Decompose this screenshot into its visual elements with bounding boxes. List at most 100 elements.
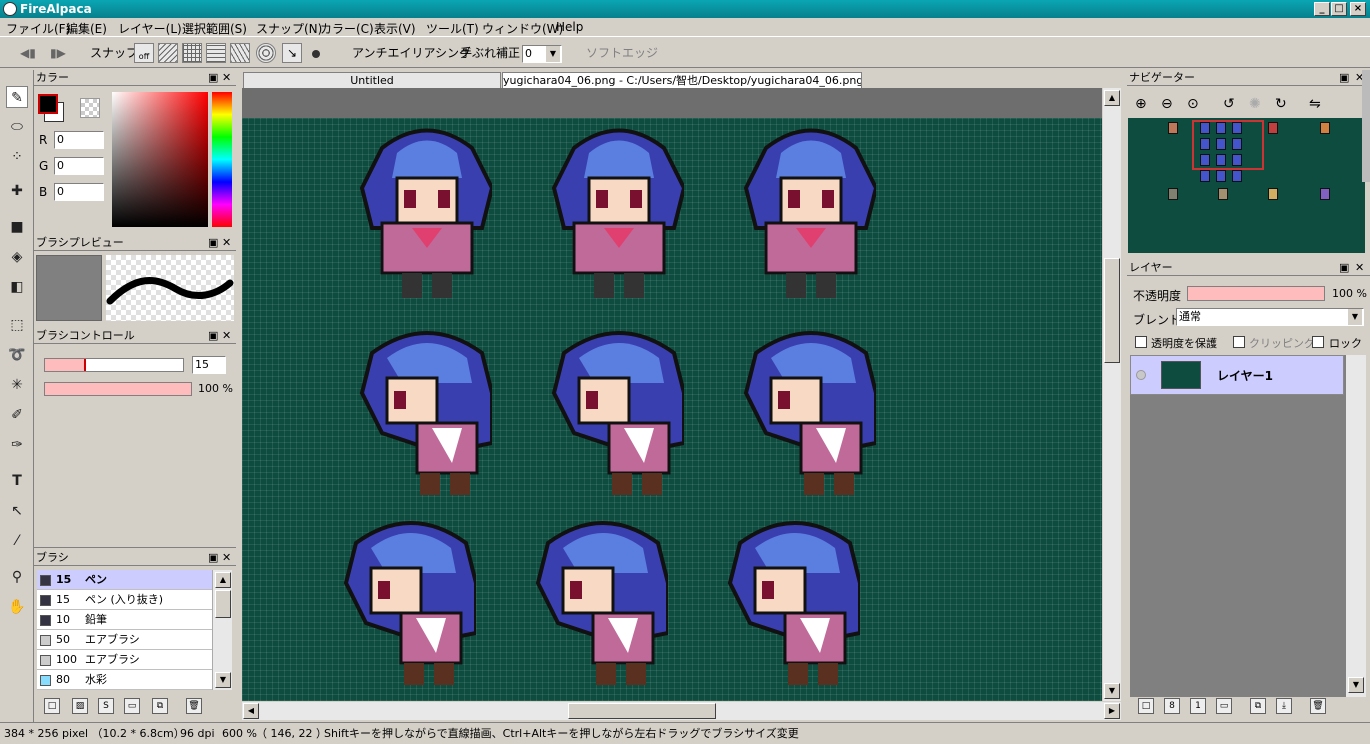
brush-item[interactable]: 10 鉛筆 <box>37 610 212 630</box>
pen-tool-icon[interactable]: ✎ <box>6 86 28 108</box>
tab-untitled[interactable]: Untitled <box>243 72 501 88</box>
new-brush-ink-icon[interactable]: ▨ <box>72 698 88 714</box>
canvas-viewport[interactable] <box>242 88 1102 701</box>
undock-icon[interactable]: ▣ <box>208 550 218 566</box>
visibility-icon[interactable] <box>1136 370 1146 380</box>
zoom-fit-icon[interactable]: ⊙ <box>1187 96 1199 112</box>
zoom-out-icon[interactable]: ⊖ <box>1161 96 1173 112</box>
undock-icon[interactable]: ▣ <box>208 70 218 86</box>
lock-checkbox[interactable] <box>1312 336 1324 348</box>
new-layer-icon[interactable]: □ <box>1138 698 1154 714</box>
undock-icon[interactable]: ▣ <box>208 235 218 251</box>
r-input[interactable]: 0 <box>54 131 104 149</box>
select-eraser-tool-icon[interactable]: ✑ <box>6 434 28 456</box>
menu-color[interactable]: カラー(C) <box>320 20 374 37</box>
dot-tool-icon[interactable]: ⁘ <box>6 146 28 168</box>
close-icon[interactable]: ✕ <box>222 235 231 251</box>
scroll-up-icon[interactable]: ▲ <box>1104 90 1120 106</box>
snap-grid-icon[interactable] <box>182 43 202 63</box>
new-1bit-layer-icon[interactable]: 1 <box>1190 698 1206 714</box>
close-icon[interactable]: ✕ <box>222 328 231 344</box>
canvas-horizontal-scrollbar[interactable]: ◀ ▶ <box>242 702 1121 720</box>
menu-help[interactable]: Help <box>556 20 583 34</box>
close-icon[interactable]: ✕ <box>1355 260 1364 276</box>
close-icon[interactable]: ✕ <box>222 70 231 86</box>
navigator-view-rect[interactable] <box>1192 120 1264 170</box>
flip-horizontal-icon[interactable]: ⇋ <box>1309 96 1321 112</box>
brush-folder-icon[interactable]: ▭ <box>124 698 140 714</box>
scroll-down-icon[interactable]: ▼ <box>1348 677 1364 693</box>
menu-selection[interactable]: 選択範囲(S) <box>182 20 247 37</box>
chevron-down-icon[interactable]: ▼ <box>1348 309 1362 325</box>
foreground-color-swatch[interactable] <box>38 94 58 114</box>
brush-item[interactable]: 15 ペン (入り抜き) <box>37 590 212 610</box>
snap-parallel-icon[interactable] <box>158 43 178 63</box>
layer-folder-icon[interactable]: ▭ <box>1216 698 1232 714</box>
duplicate-layer-icon[interactable]: ⧉ <box>1250 698 1266 714</box>
bucket-tool-icon[interactable]: ◈ <box>6 246 28 268</box>
brush-item[interactable]: 100 エアブラシ <box>37 650 212 670</box>
brush-item[interactable]: 80 水彩 <box>37 670 212 690</box>
rotate-reset-icon[interactable]: ✺ <box>1249 96 1261 112</box>
menu-edit[interactable]: 編集(E) <box>66 20 107 37</box>
divide-tool-icon[interactable]: ⁄ <box>6 530 28 552</box>
rotate-right-icon[interactable]: ↻ <box>1275 96 1287 112</box>
canvas-vertical-scrollbar[interactable]: ▲ ▼ <box>1103 88 1121 701</box>
undock-icon[interactable]: ▣ <box>1339 260 1349 276</box>
b-input[interactable]: 0 <box>54 183 104 201</box>
stabilizer-select[interactable]: 0 ▼ <box>522 45 562 63</box>
scroll-right-icon[interactable]: ▶ <box>1104 703 1120 719</box>
menu-tool[interactable]: ツール(T) <box>426 20 479 37</box>
next-icon[interactable]: ▮▶ <box>50 43 66 63</box>
layer-row[interactable]: レイヤー1 <box>1130 355 1344 395</box>
brush-size-input[interactable]: 15 <box>192 356 226 374</box>
brush-opacity-slider[interactable] <box>44 382 192 396</box>
trash-icon[interactable]: 🗑 <box>1310 698 1326 714</box>
eraser-tool-icon[interactable]: ⬭ <box>6 116 28 138</box>
maximize-button[interactable]: □ <box>1331 2 1347 16</box>
select-tool-icon[interactable]: ⬚ <box>6 314 28 336</box>
layer-opacity-slider[interactable] <box>1187 286 1325 301</box>
scroll-thumb[interactable] <box>215 590 231 618</box>
rect-fill-tool-icon[interactable]: ■ <box>6 216 28 238</box>
saturation-value-picker[interactable] <box>112 92 208 227</box>
scroll-left-icon[interactable]: ◀ <box>243 703 259 719</box>
snap-curve-icon[interactable]: ↘ <box>282 43 302 63</box>
undock-icon[interactable]: ▣ <box>1339 70 1349 86</box>
brush-item[interactable]: 50 エアブラシ <box>37 630 212 650</box>
scroll-thumb[interactable] <box>1104 258 1120 363</box>
scroll-down-icon[interactable]: ▼ <box>215 672 231 688</box>
trash-icon[interactable]: 🗑 <box>186 698 202 714</box>
new-brush-icon[interactable]: □ <box>44 698 60 714</box>
canvas[interactable] <box>242 118 1102 701</box>
clipping-checkbox[interactable] <box>1233 336 1245 348</box>
chevron-down-icon[interactable]: ▼ <box>546 46 560 62</box>
scroll-thumb[interactable] <box>568 703 716 719</box>
hand-tool-icon[interactable]: ✋ <box>6 596 28 618</box>
scroll-down-icon[interactable]: ▼ <box>1104 683 1120 699</box>
menu-layer[interactable]: レイヤー(L) <box>118 20 182 37</box>
close-button[interactable]: × <box>1350 2 1366 16</box>
snap-horizontal-icon[interactable] <box>206 43 226 63</box>
tab-yugichara[interactable]: yugichara04_06.png - C:/Users/智也/Desktop… <box>502 72 862 88</box>
menu-snap[interactable]: スナップ(N) <box>256 20 322 37</box>
hue-slider[interactable] <box>212 92 232 227</box>
eyedropper-tool-icon[interactable]: ⚲ <box>6 566 28 588</box>
blend-select[interactable]: 通常 ▼ <box>1176 308 1364 326</box>
operation-tool-icon[interactable]: ↖ <box>6 500 28 522</box>
new-brush-script-icon[interactable]: S <box>98 698 114 714</box>
protect-alpha-checkbox[interactable] <box>1135 336 1147 348</box>
snap-radial-icon[interactable] <box>230 43 250 63</box>
undock-icon[interactable]: ▣ <box>208 328 218 344</box>
brush-item[interactable]: 15 ペン <box>37 570 212 590</box>
layer-list-scrollbar[interactable]: ▼ <box>1346 355 1366 697</box>
close-icon[interactable]: ✕ <box>222 550 231 566</box>
duplicate-brush-icon[interactable]: ⧉ <box>152 698 168 714</box>
lasso-tool-icon[interactable]: ➰ <box>6 344 28 366</box>
merge-down-icon[interactable]: ⤓ <box>1276 698 1292 714</box>
snap-circle-icon[interactable] <box>256 43 276 63</box>
menu-view[interactable]: 表示(V) <box>374 20 416 37</box>
select-pen-tool-icon[interactable]: ✐ <box>6 404 28 426</box>
transparent-color-swatch[interactable] <box>80 98 100 118</box>
new-8bit-layer-icon[interactable]: 8 <box>1164 698 1180 714</box>
